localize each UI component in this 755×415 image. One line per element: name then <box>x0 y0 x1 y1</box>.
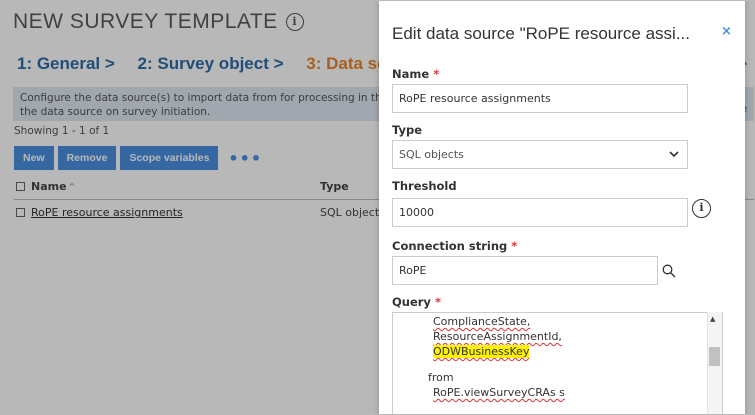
connection-string-label-text: Connection string <box>392 239 508 253</box>
search-icon[interactable] <box>662 264 676 278</box>
scroll-up-arrow-icon[interactable]: ▲ <box>710 315 715 323</box>
query-line: from <box>428 371 454 384</box>
query-label: Query * <box>392 295 441 309</box>
dialog-title: Edit data source "RoPE resource assi... <box>392 24 691 43</box>
connection-string-label: Connection string * <box>392 239 517 253</box>
close-icon[interactable]: × <box>721 24 732 39</box>
required-mark: * <box>433 67 440 81</box>
required-mark: * <box>511 239 518 253</box>
type-select-value: SQL objects <box>399 148 464 161</box>
connection-string-field[interactable]: RoPE <box>392 256 658 285</box>
query-line: RoPE.viewSurveyCRAs s <box>433 386 565 399</box>
query-line: ComplianceState, <box>433 315 531 328</box>
query-line-highlighted: ODWBusinessKey <box>433 345 530 358</box>
threshold-label: Threshold <box>392 179 457 193</box>
type-select[interactable]: SQL objects <box>392 140 688 169</box>
query-editor[interactable]: ComplianceState, ResourceAssignmentId, O… <box>392 312 723 414</box>
screenshot-frame: NEW SURVEY TEMPLATE i 1: General > 2: Su… <box>0 0 755 415</box>
info-icon[interactable]: i <box>692 199 711 218</box>
query-label-text: Query <box>392 295 431 309</box>
scrollbar-thumb[interactable] <box>709 347 720 366</box>
query-line: ResourceAssignmentId, <box>433 330 562 343</box>
edit-data-source-dialog: Edit data source "RoPE resource assi... … <box>379 1 745 414</box>
name-field[interactable]: RoPE resource assignments <box>392 84 688 113</box>
name-label-text: Name <box>392 67 430 81</box>
required-mark: * <box>434 295 441 309</box>
threshold-field[interactable]: 10000 <box>392 198 688 227</box>
type-label: Type <box>392 123 423 137</box>
chevron-down-icon <box>669 141 679 179</box>
name-label: Name * <box>392 67 439 81</box>
